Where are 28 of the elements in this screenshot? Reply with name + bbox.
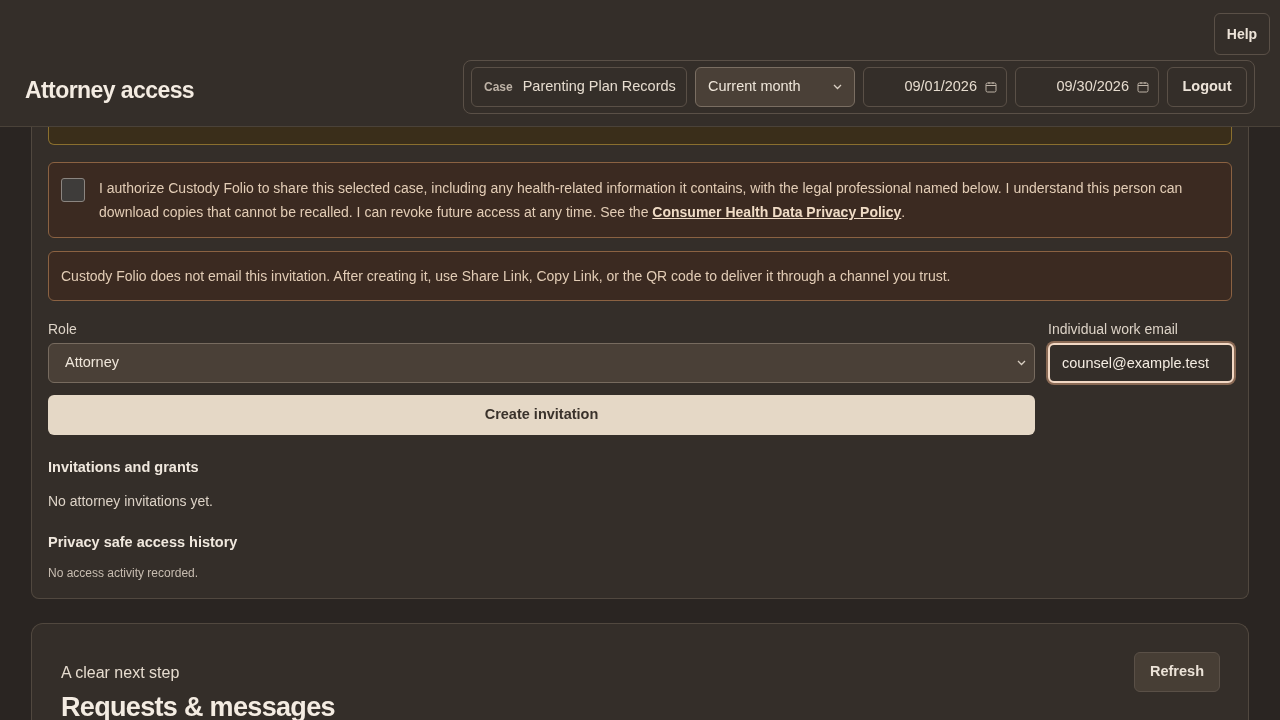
end-date-field[interactable]: 09/30/2026 <box>1015 67 1159 107</box>
refresh-button[interactable]: Refresh <box>1134 651 1220 692</box>
create-invitation-button[interactable]: Create invitation <box>48 395 1035 435</box>
period-select[interactable]: Current month <box>695 67 855 107</box>
consent-checkbox[interactable] <box>61 178 85 202</box>
case-selector[interactable]: Case Parenting Plan Records <box>471 67 687 107</box>
privacy-policy-link[interactable]: Consumer Health Data Privacy Policy <box>652 204 902 220</box>
chevron-down-icon <box>833 84 842 90</box>
case-label: Case <box>484 79 513 96</box>
start-date-field[interactable]: 09/01/2026 <box>863 67 1007 107</box>
email-field[interactable]: counsel@example.test <box>1048 343 1234 383</box>
section-text: No access activity recorded. <box>48 564 200 582</box>
help-button[interactable]: Help <box>1214 13 1270 55</box>
page-title: Attorney access <box>25 76 195 105</box>
role-select[interactable]: Attorney <box>48 343 1035 383</box>
section-heading: Privacy safe access history <box>48 532 239 552</box>
calendar-icon[interactable] <box>985 81 997 93</box>
card-eyebrow: A clear next step <box>61 662 180 683</box>
chevron-down-icon <box>1017 360 1026 366</box>
case-name: Parenting Plan Records <box>522 77 676 97</box>
consent-text: I authorize Custody Folio to share this selected case, including any health-related information it contains, with the legal professional named below. I understand this person can download copies that cannot be recalled. I can revoke future access at any time. See the Consumer Health Data Privacy Policy. <box>99 179 1184 222</box>
email-label: Individual work email <box>1048 320 1179 339</box>
logout-button[interactable]: Logout <box>1167 67 1247 107</box>
calendar-icon[interactable] <box>1137 81 1149 93</box>
role-label: Role <box>48 320 78 339</box>
section-text: No attorney invitations yet. <box>48 491 214 511</box>
section-heading: Invitations and grants <box>48 458 200 477</box>
notice-text: Custody Folio does not email this invitation. After creating it, use Share Link, Copy Link, or the QR code to deliver it through a channel you trust. <box>61 267 952 286</box>
